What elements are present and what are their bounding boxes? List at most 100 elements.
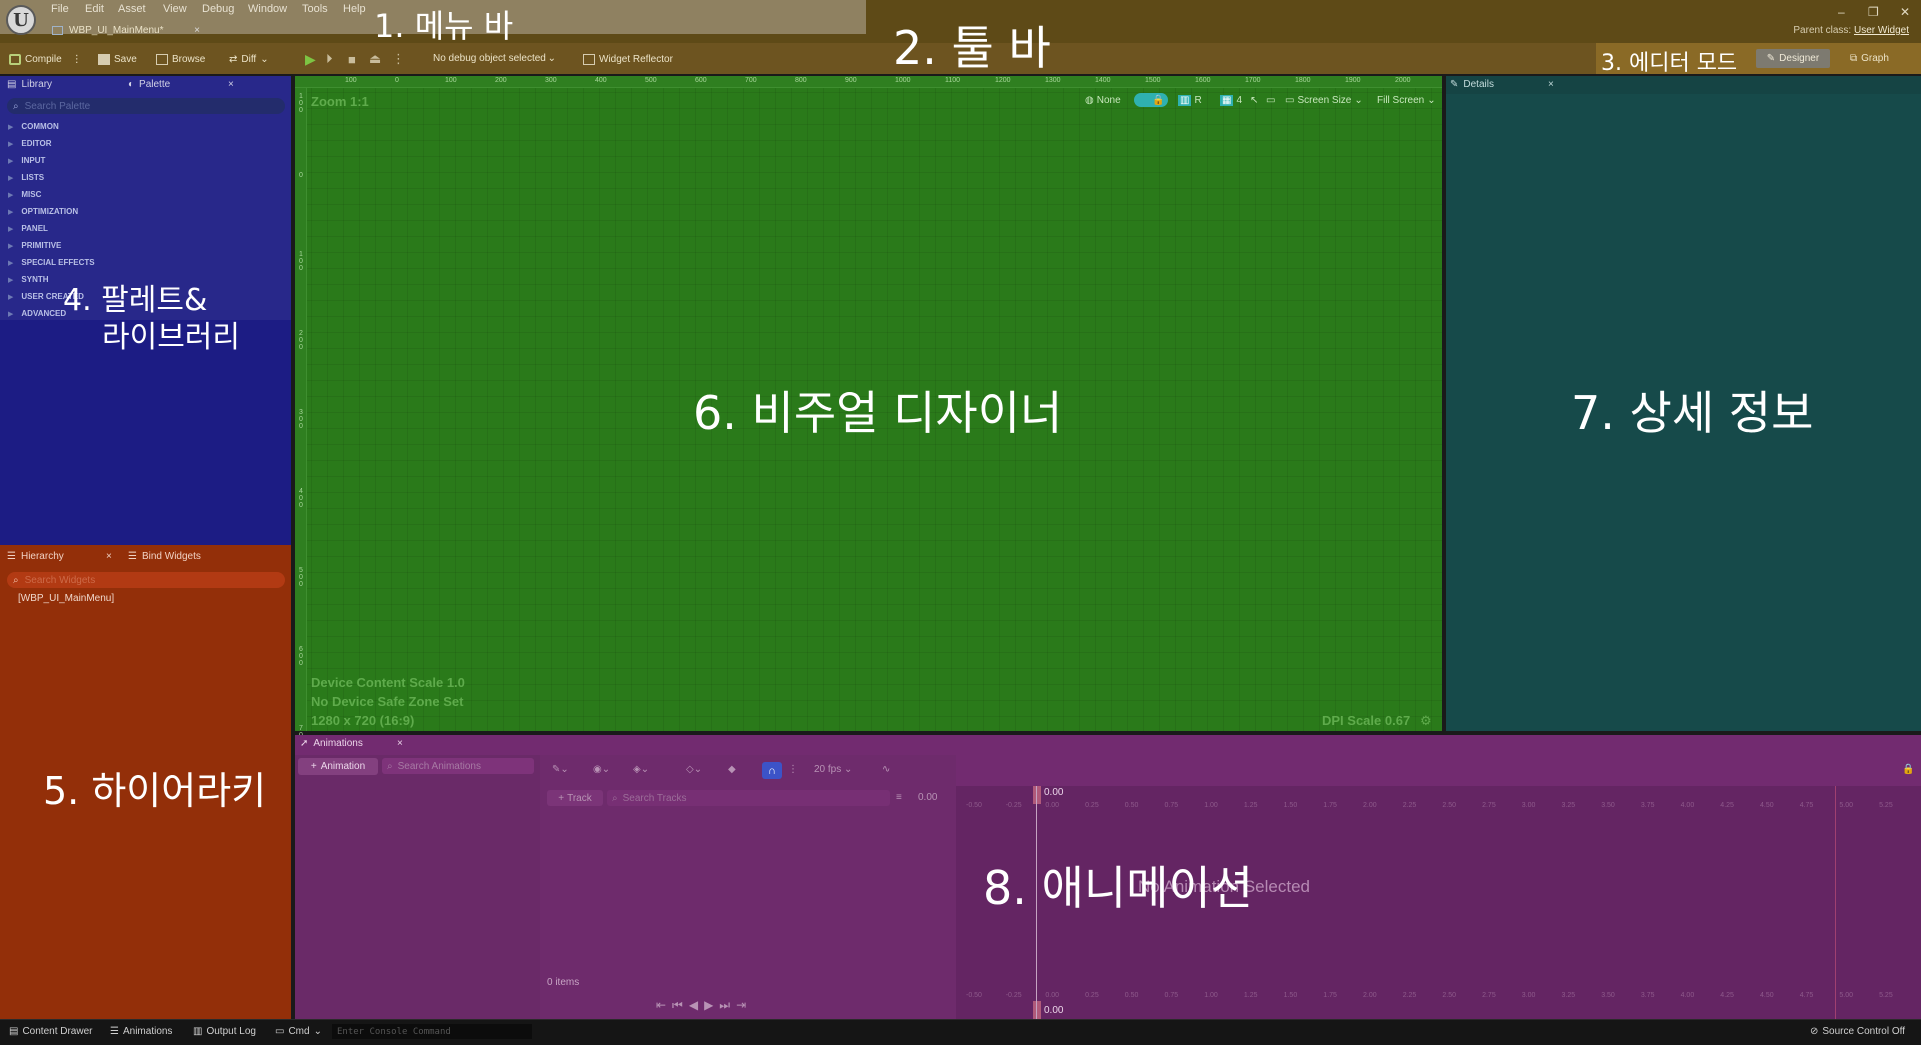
diff-button[interactable]: ⇄ Diff ⌄ xyxy=(229,50,269,68)
content-drawer-button[interactable]: ▤ Content Drawer xyxy=(9,1026,92,1037)
timeline-tick: 0.75 xyxy=(1164,992,1179,999)
grid-snap-button[interactable]: ▦ 4 xyxy=(1220,93,1242,108)
compile-button[interactable]: Compile ⋮ xyxy=(9,50,82,68)
save-button[interactable]: Save xyxy=(98,50,137,68)
end-marker[interactable] xyxy=(1835,786,1836,1019)
lock-toggle[interactable]: 🔒 xyxy=(1134,93,1168,107)
transport-controls[interactable]: ⇤⏮◀▶⏭⇥ xyxy=(656,998,752,1012)
triangle-right-icon: ▶ xyxy=(8,123,14,131)
minimize-icon[interactable]: – xyxy=(1838,5,1845,19)
fps-select[interactable]: 20 fps ⌄ xyxy=(814,764,852,778)
palette-category[interactable]: ▶ COMMON xyxy=(8,122,59,131)
close-tab-icon[interactable]: × xyxy=(228,79,234,90)
debug-object-select[interactable]: No debug object selected ⌄ xyxy=(427,49,562,68)
screen-size-select[interactable]: ▭ Screen Size ⌄ xyxy=(1285,93,1363,108)
timeline-tick: 2.00 xyxy=(1363,802,1377,809)
menu-edit[interactable]: Edit xyxy=(85,3,104,15)
output-log-button[interactable]: ▥ Output Log xyxy=(193,1026,256,1037)
key-filter-icon[interactable]: ◈⌄ xyxy=(633,764,649,778)
eject-icon[interactable]: ⏏ xyxy=(369,50,381,68)
palette-category[interactable]: ▶ OPTIMIZATION xyxy=(8,207,78,216)
close-window-icon[interactable]: ✕ xyxy=(1900,5,1910,19)
close-tab-icon[interactable]: × xyxy=(397,738,403,749)
playhead-handle-bottom[interactable] xyxy=(1033,1001,1041,1019)
source-control-button[interactable]: ⊘ Source Control Off xyxy=(1810,1026,1905,1037)
snap-magnet-icon[interactable]: ∩ xyxy=(762,762,782,779)
fill-screen-select[interactable]: Fill Screen ⌄ xyxy=(1377,93,1436,108)
image-icon[interactable]: ▭ xyxy=(1266,93,1275,108)
close-tab-icon[interactable]: × xyxy=(106,551,112,562)
menu-asset[interactable]: Asset xyxy=(118,3,146,15)
menu-help[interactable]: Help xyxy=(343,3,366,15)
palette-category[interactable]: ▶ LISTS xyxy=(8,173,44,182)
curve-editor-icon[interactable]: ∿ xyxy=(882,764,890,778)
close-tab-icon[interactable]: × xyxy=(1548,79,1554,90)
track-search-input[interactable]: ⌕ Search Tracks xyxy=(607,790,890,806)
dpi-settings-icon[interactable]: ⚙ xyxy=(1420,713,1432,729)
palette-category[interactable]: ▶ PANEL xyxy=(8,224,48,233)
hierarchy-search-input[interactable]: ⌕ Search Widgets xyxy=(7,572,285,588)
wrench-icon[interactable]: ✎⌄ xyxy=(552,764,569,778)
palette-category[interactable]: ▶ INPUT xyxy=(8,156,45,165)
timeline-tick: 1.75 xyxy=(1323,992,1337,999)
palette-category[interactable]: ▶ EDITOR xyxy=(8,139,51,148)
parent-class-link[interactable]: User Widget xyxy=(1854,25,1909,36)
ruler-left-digit: 0 xyxy=(299,502,303,509)
add-animation-button[interactable]: + Animation xyxy=(298,758,378,775)
menu-window[interactable]: Window xyxy=(248,3,287,15)
eye-icon[interactable]: ◉⌄ xyxy=(593,764,610,778)
tab-details[interactable]: ✎ Details xyxy=(1450,79,1494,90)
tab-hierarchy[interactable]: ☰ Hierarchy xyxy=(7,551,64,562)
step-icon[interactable]: ⏵ xyxy=(326,50,333,68)
ruler-left-tick: 300 xyxy=(297,409,305,430)
tab-palette[interactable]: ◐ Palette xyxy=(128,79,170,90)
palette-category[interactable]: ▶ MISC xyxy=(8,190,41,199)
lock-icon[interactable]: 🔒 xyxy=(1902,764,1914,778)
cursor-icon[interactable]: ↖ xyxy=(1250,93,1258,108)
animation-search-input[interactable]: ⌕ Search Animations xyxy=(382,758,534,774)
stop-icon[interactable]: ■ xyxy=(348,50,356,68)
keyframe-icon[interactable]: ◇⌄ xyxy=(686,764,702,778)
add-track-button[interactable]: + Track xyxy=(547,790,603,806)
restore-icon[interactable]: ❐ xyxy=(1868,5,1879,19)
timeline-tick: 0.00 xyxy=(1045,992,1060,999)
play-icon[interactable]: ▶ xyxy=(305,50,316,68)
current-time[interactable]: 0.00 xyxy=(918,792,937,806)
parent-class-label: Parent class: xyxy=(1793,25,1852,36)
close-tab-icon[interactable]: × xyxy=(194,25,200,36)
menu-view[interactable]: View xyxy=(163,3,187,15)
animations-drawer-button[interactable]: ☰ Animations xyxy=(110,1026,172,1037)
graph-mode-button[interactable]: ⧉ Graph xyxy=(1850,49,1906,68)
palette-category[interactable]: ▶ PRIMITIVE xyxy=(8,241,61,250)
tab-bind-widgets[interactable]: ☰ Bind Widgets xyxy=(128,551,201,562)
palette-search-input[interactable]: ⌕ Search Palette xyxy=(7,98,285,114)
document-tab[interactable]: WBP_UI_MainMenu* × xyxy=(52,22,200,39)
palette-category[interactable]: ▶ SPECIAL EFFECTS xyxy=(8,258,95,267)
browse-button[interactable]: Browse xyxy=(156,50,205,68)
source-control-off-icon: ⊘ xyxy=(1810,1026,1819,1037)
console-command-input[interactable]: Enter Console Command xyxy=(332,1024,532,1039)
hierarchy-root-item[interactable]: [WBP_UI_MainMenu] xyxy=(18,593,114,604)
add-key-icon[interactable]: ◆ xyxy=(728,764,736,778)
compile-options-icon[interactable]: ⋮ xyxy=(72,54,82,65)
respect-locks-button[interactable]: ▥ R xyxy=(1178,93,1202,108)
localization-preview-button[interactable]: ◍ None xyxy=(1085,93,1121,108)
playhead-handle-top[interactable] xyxy=(1033,786,1041,804)
menu-file[interactable]: File xyxy=(51,3,69,15)
menu-debug[interactable]: Debug xyxy=(202,3,234,15)
unreal-logo-icon[interactable]: U xyxy=(6,5,36,35)
widget-reflector-button[interactable]: Widget Reflector xyxy=(583,50,673,68)
cmd-select[interactable]: ▭ Cmd ⌄ xyxy=(275,1026,322,1037)
snap-options-icon[interactable]: ⋮ xyxy=(788,764,798,778)
play-options-icon[interactable]: ⋮ xyxy=(392,50,405,68)
menu-tools[interactable]: Tools xyxy=(302,3,328,15)
palette-category[interactable]: ▶ ADVANCED xyxy=(8,309,66,318)
ruler-left-tick: 100 xyxy=(297,93,305,114)
filter-icon[interactable]: ≡ xyxy=(896,792,902,806)
timeline-tick: 0.75 xyxy=(1164,802,1179,809)
tab-animations[interactable]: ➚ Animations xyxy=(300,738,363,749)
palette-category[interactable]: ▶ SYNTH xyxy=(8,275,49,284)
designer-mode-button[interactable]: ✎ Designer xyxy=(1756,49,1830,68)
tab-library[interactable]: ▤ Library xyxy=(7,79,52,90)
fps-label: 20 fps xyxy=(814,764,842,775)
